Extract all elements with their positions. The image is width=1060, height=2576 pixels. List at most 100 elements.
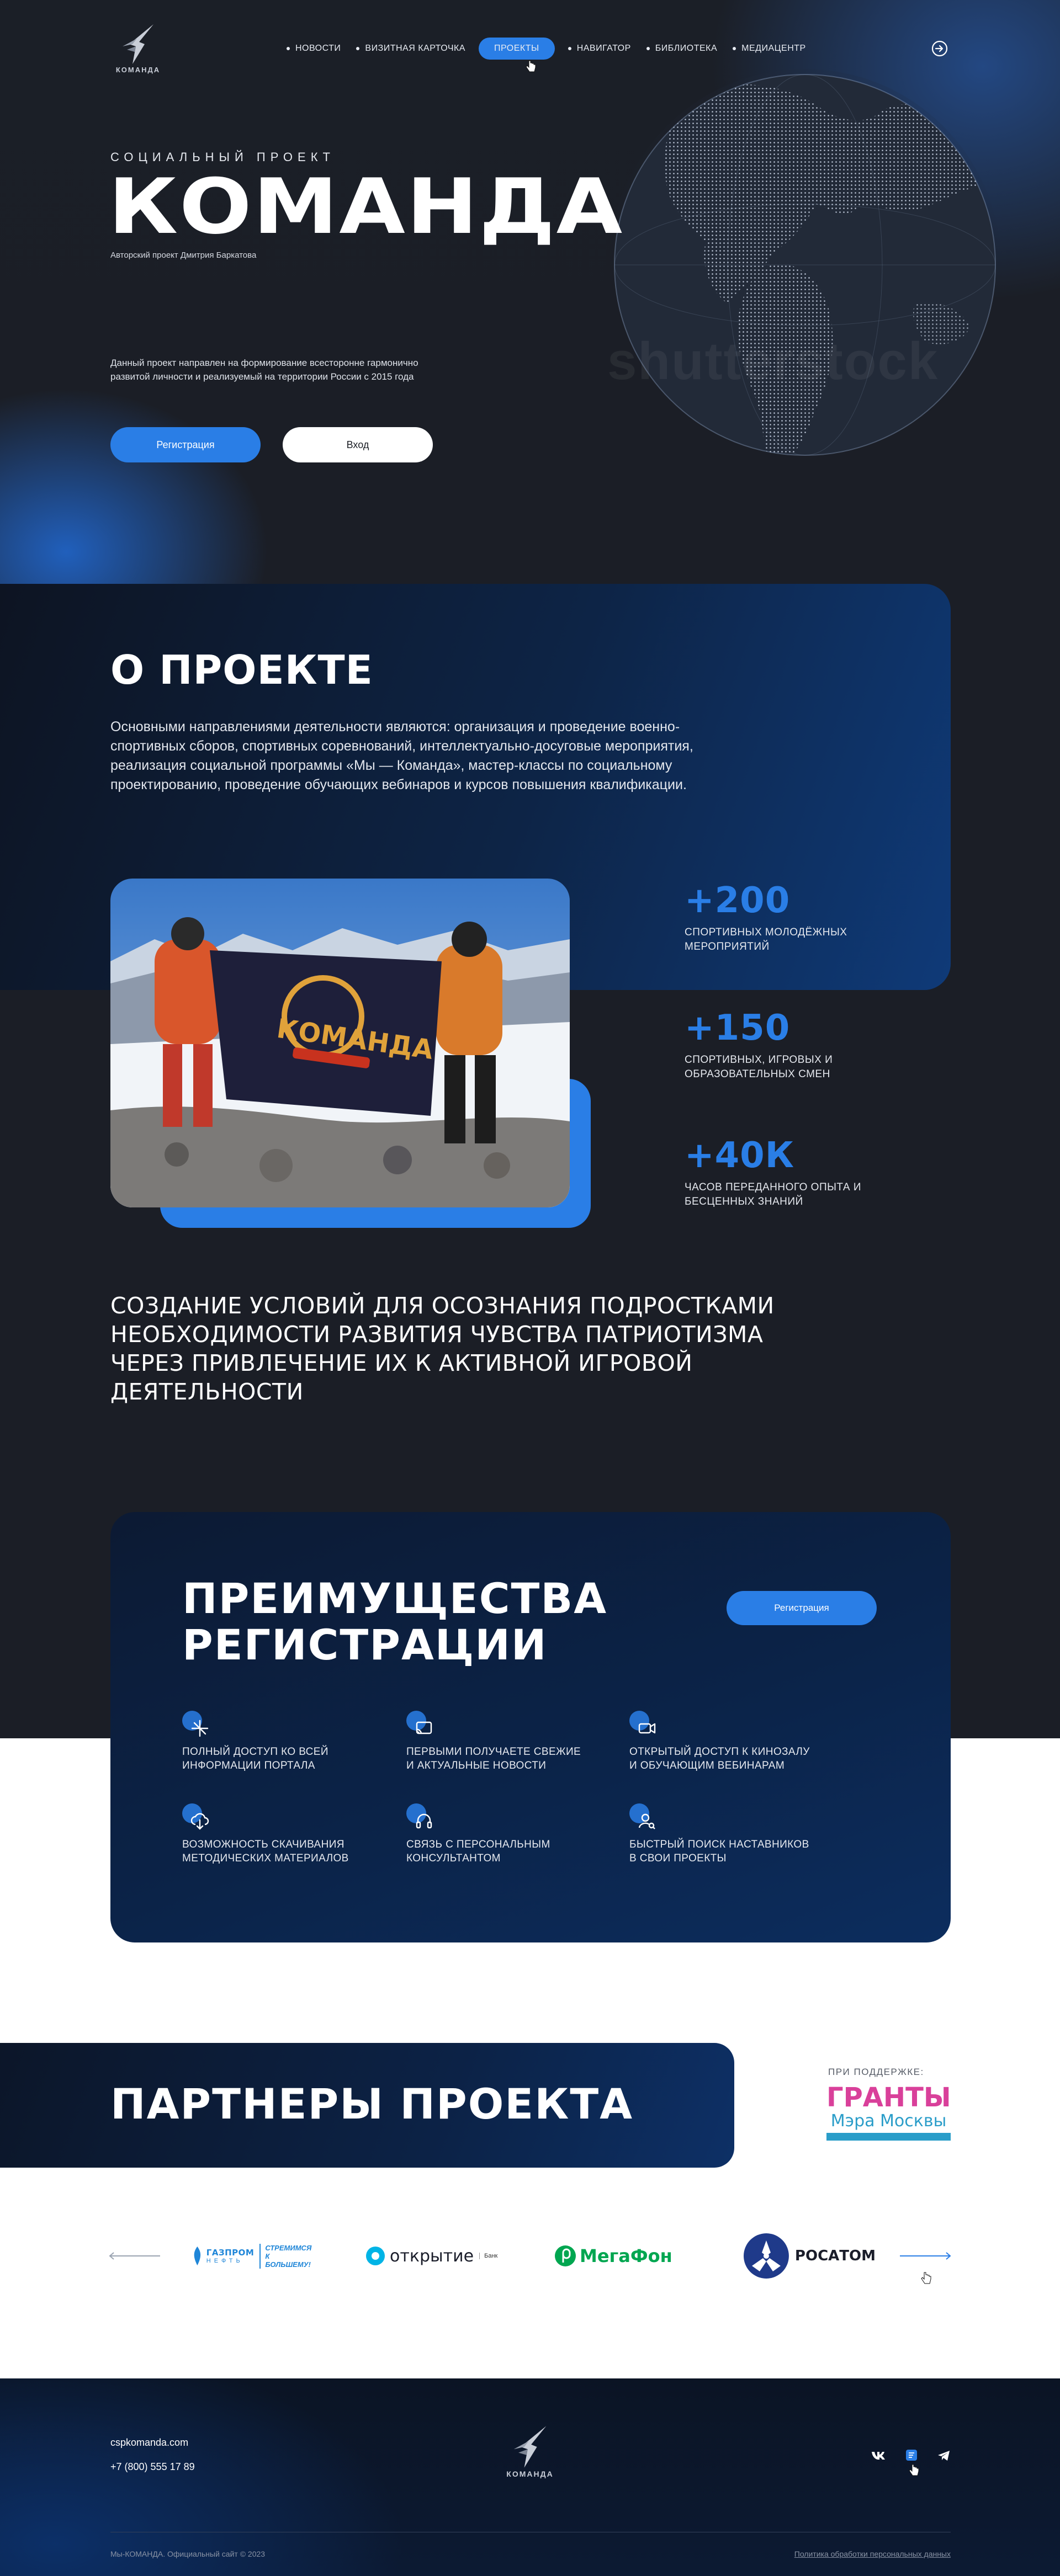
carousel-prev-arrow-icon[interactable] (108, 2252, 161, 2260)
star-logo-icon (123, 24, 153, 64)
grants-ribbon (826, 2133, 951, 2141)
hero-description: Данный проект направлен на формирование … (110, 358, 418, 382)
partner-logo-megafon[interactable]: МегаФон (554, 2244, 687, 2268)
message-icon[interactable] (905, 2449, 918, 2461)
support-label: ПРИ ПОДДЕРЖКЕ: (828, 2067, 924, 2077)
advantage-item: ВОЗМОЖНОСТЬ СКАЧИВАНИЯ МЕТОДИЧЕСКИХ МАТЕР… (182, 1803, 392, 1865)
grants-subtitle: Мэра Москвы (830, 2111, 947, 2131)
grants-mayor-logo[interactable]: ГРАНТЫ Мэра Москвы (826, 2083, 951, 2141)
partner-tagline: К БОЛЬШЕМУ! (265, 2252, 311, 2269)
header-logo[interactable]: КОМАНДА (110, 22, 166, 74)
nav-item-projects[interactable]: ПРОЕКТЫ (478, 38, 555, 60)
partner-logo-otkritie[interactable]: открытие Банк (365, 2245, 509, 2267)
advantage-item: ПОЛНЫЙ ДОСТУП КО ВСЕЙ ИНФОРМАЦИИ ПОРТАЛА (182, 1711, 392, 1773)
privacy-policy-link[interactable]: Политика обработки персональных данных (773, 2550, 951, 2558)
advantage-line: ОТКРЫТЫЙ ДОСТУП К КИНОЗАЛУ (629, 1746, 810, 1758)
footer-copyright: Мы-КОМАНДА. Официальный сайт © 2023 (110, 2550, 266, 2558)
partner-name: ГАЗПРОМ (206, 2248, 255, 2258)
stat-value: +150 (685, 1008, 791, 1049)
nav-item-navigator[interactable]: НАВИГАТОР (560, 38, 639, 60)
nav-item-media-center[interactable]: МЕДИАЦЕНТР (725, 38, 814, 60)
advantage-line: ПЕРВЫМИ ПОЛУЧАЕТЕ СВЕЖИЕ (406, 1746, 581, 1758)
bullet-icon (568, 47, 571, 50)
advantage-line: ИНФОРМАЦИИ ПОРТАЛА (182, 1760, 315, 1771)
bullet-icon (287, 47, 290, 50)
login-icon[interactable] (931, 40, 948, 57)
logo-text: КОМАНДА (506, 2469, 554, 2478)
flame-icon (194, 2246, 201, 2266)
advantage-line: И ОБУЧАЮЩИМ ВЕБИНАРАМ (629, 1760, 785, 1771)
hero-title: КОМАНДА (108, 162, 624, 251)
vk-icon[interactable] (871, 2450, 886, 2461)
bullet-icon (733, 47, 736, 50)
nav-item-news[interactable]: НОВОСТИ (279, 38, 348, 60)
carousel-next-arrow-icon[interactable] (899, 2252, 952, 2260)
cloud-download-icon (182, 1803, 211, 1832)
user-search-icon (629, 1803, 658, 1832)
stat-label: СПОРТИВНЫХ, ИГРОВЫХ И ОБРАЗОВАТЕЛЬНЫХ СМ… (685, 1054, 833, 1080)
advantage-line: КОНСУЛЬТАНТОМ (406, 1853, 501, 1864)
advantage-item: ОТКРЫТЫЙ ДОСТУП К КИНОЗАЛУ И ОБУЧАЮЩИМ ВЕ… (629, 1711, 839, 1773)
telegram-icon[interactable] (937, 2450, 951, 2461)
stat-label: СПОРТИВНЫХ МОЛОДЁЖНЫХ МЕРОПРИЯТИЙ (685, 927, 847, 952)
advantage-line: ПОЛНЫЙ ДОСТУП КО ВСЕЙ (182, 1746, 328, 1758)
advantage-item: ПЕРВЫМИ ПОЛУЧАЕТЕ СВЕЖИЕ И АКТУАЛЬНЫЕ НОВ… (406, 1711, 616, 1773)
nav-item-library[interactable]: БИБЛИОТЕКА (639, 38, 725, 60)
advantage-line: ВОЗМОЖНОСТЬ СКАЧИВАНИЯ (182, 1839, 344, 1850)
nav-label: ВИЗИТНАЯ КАРТОЧКА (365, 44, 465, 53)
advantage-line: МЕТОДИЧЕСКИХ МАТЕРИАЛОВ (182, 1853, 349, 1864)
stat-block-hours: +40К ЧАСОВ ПЕРЕДАННОГО ОПЫТА И БЕСЦЕННЫХ… (685, 1135, 867, 1209)
partner-name: МегаФон (580, 2245, 672, 2266)
stat-label: ЧАСОВ ПЕРЕДАННОГО ОПЫТА И БЕСЦЕННЫХ ЗНАН… (685, 1181, 862, 1207)
news-cast-icon (406, 1711, 435, 1739)
advantages-register-button[interactable]: Регистрация (727, 1591, 877, 1625)
partner-sub: Банк (479, 2253, 497, 2259)
register-button[interactable]: Регистрация (110, 427, 261, 462)
headset-icon (406, 1803, 435, 1832)
about-title: О ПРОЕКТЕ (110, 647, 373, 693)
stat-value: +200 (685, 880, 791, 921)
partners-title: ПАРТНЕРЫ ПРОЕКТА (110, 2079, 634, 2128)
advantages-title: ПРЕИМУЩЕСТВА РЕГИСТРАЦИИ (182, 1576, 607, 1668)
nav-label: НОВОСТИ (295, 44, 341, 53)
nav-item-business-card[interactable]: ВИЗИТНАЯ КАРТОЧКА (348, 38, 473, 60)
advantage-item: СВЯЗЬ С ПЕРСОНАЛЬНЫМ КОНСУЛЬТАНТОМ (406, 1803, 616, 1865)
stat-block-events: +200 СПОРТИВНЫХ МОЛОДЁЖНЫХ МЕРОПРИЯТИЙ (685, 880, 867, 954)
main-nav: НОВОСТИ ВИЗИТНАЯ КАРТОЧКА ПРОЕКТЫ НАВИГА… (279, 38, 814, 60)
star-logo-icon (513, 2426, 547, 2468)
partner-logo-rosatom[interactable]: РОСАТОМ (743, 2233, 876, 2279)
video-camera-icon (629, 1711, 658, 1739)
hand-cursor-icon (921, 2272, 931, 2284)
stat-block-shifts: +150 СПОРТИВНЫХ, ИГРОВЫХ И ОБРАЗОВАТЕЛЬН… (685, 1008, 867, 1082)
partner-name: открытие (390, 2246, 474, 2266)
hand-cursor-icon (909, 2464, 919, 2476)
hand-cursor-icon (526, 60, 536, 72)
advantage-line: И АКТУАЛЬНЫЕ НОВОСТИ (406, 1760, 547, 1771)
advantage-line: СВЯЗЬ С ПЕРСОНАЛЬНЫМ (406, 1839, 550, 1850)
grants-title: ГРАНТЫ (826, 2082, 951, 2113)
login-button[interactable]: Вход (283, 427, 433, 462)
mission-statement: СОЗДАНИЕ УСЛОВИЙ ДЛЯ ОСОЗНАНИЯ ПОДРОСТКА… (110, 1292, 775, 1405)
advantage-line: БЫСТРЫЙ ПОИСК НАСТАВНИКОВ (629, 1839, 809, 1850)
bullet-icon (356, 47, 360, 50)
team-photo: КОМАНДА (110, 879, 570, 1207)
bullet-icon (646, 47, 650, 50)
footer-site-link[interactable]: cspkomanda.com (110, 2437, 188, 2449)
hero-subtitle: Авторский проект Дмитрия Баркатова (110, 251, 257, 260)
advantage-item: БЫСТРЫЙ ПОИСК НАСТАВНИКОВ В СВОИ ПРОЕКТЫ (629, 1803, 839, 1865)
about-text: Основными направлениями деятельности явл… (110, 719, 693, 792)
advantage-line: В СВОИ ПРОЕКТЫ (629, 1853, 727, 1864)
logo-text: КОМАНДА (115, 66, 161, 74)
advantages-title-line: РЕГИСТРАЦИИ (182, 1620, 548, 1669)
otkritie-logo-icon (366, 2247, 385, 2265)
partner-sub: НЕФТЬ (206, 2258, 243, 2264)
footer-logo[interactable]: КОМАНДА (500, 2424, 560, 2478)
access-icon (182, 1711, 211, 1739)
watermark-text: shutterstock (607, 332, 939, 391)
partner-tagline: СТРЕМИМСЯ (265, 2243, 312, 2252)
partner-logo-gazprom[interactable]: ГАЗПРОМ НЕФТЬ СТРЕМИМСЯ К БОЛЬШЕМУ! (190, 2240, 315, 2271)
megafon-logo-icon (555, 2245, 576, 2266)
nav-label: НАВИГАТОР (576, 44, 631, 53)
stat-value: +40К (685, 1135, 794, 1176)
footer-phone[interactable]: +7 (800) 555 17 89 (110, 2461, 195, 2473)
